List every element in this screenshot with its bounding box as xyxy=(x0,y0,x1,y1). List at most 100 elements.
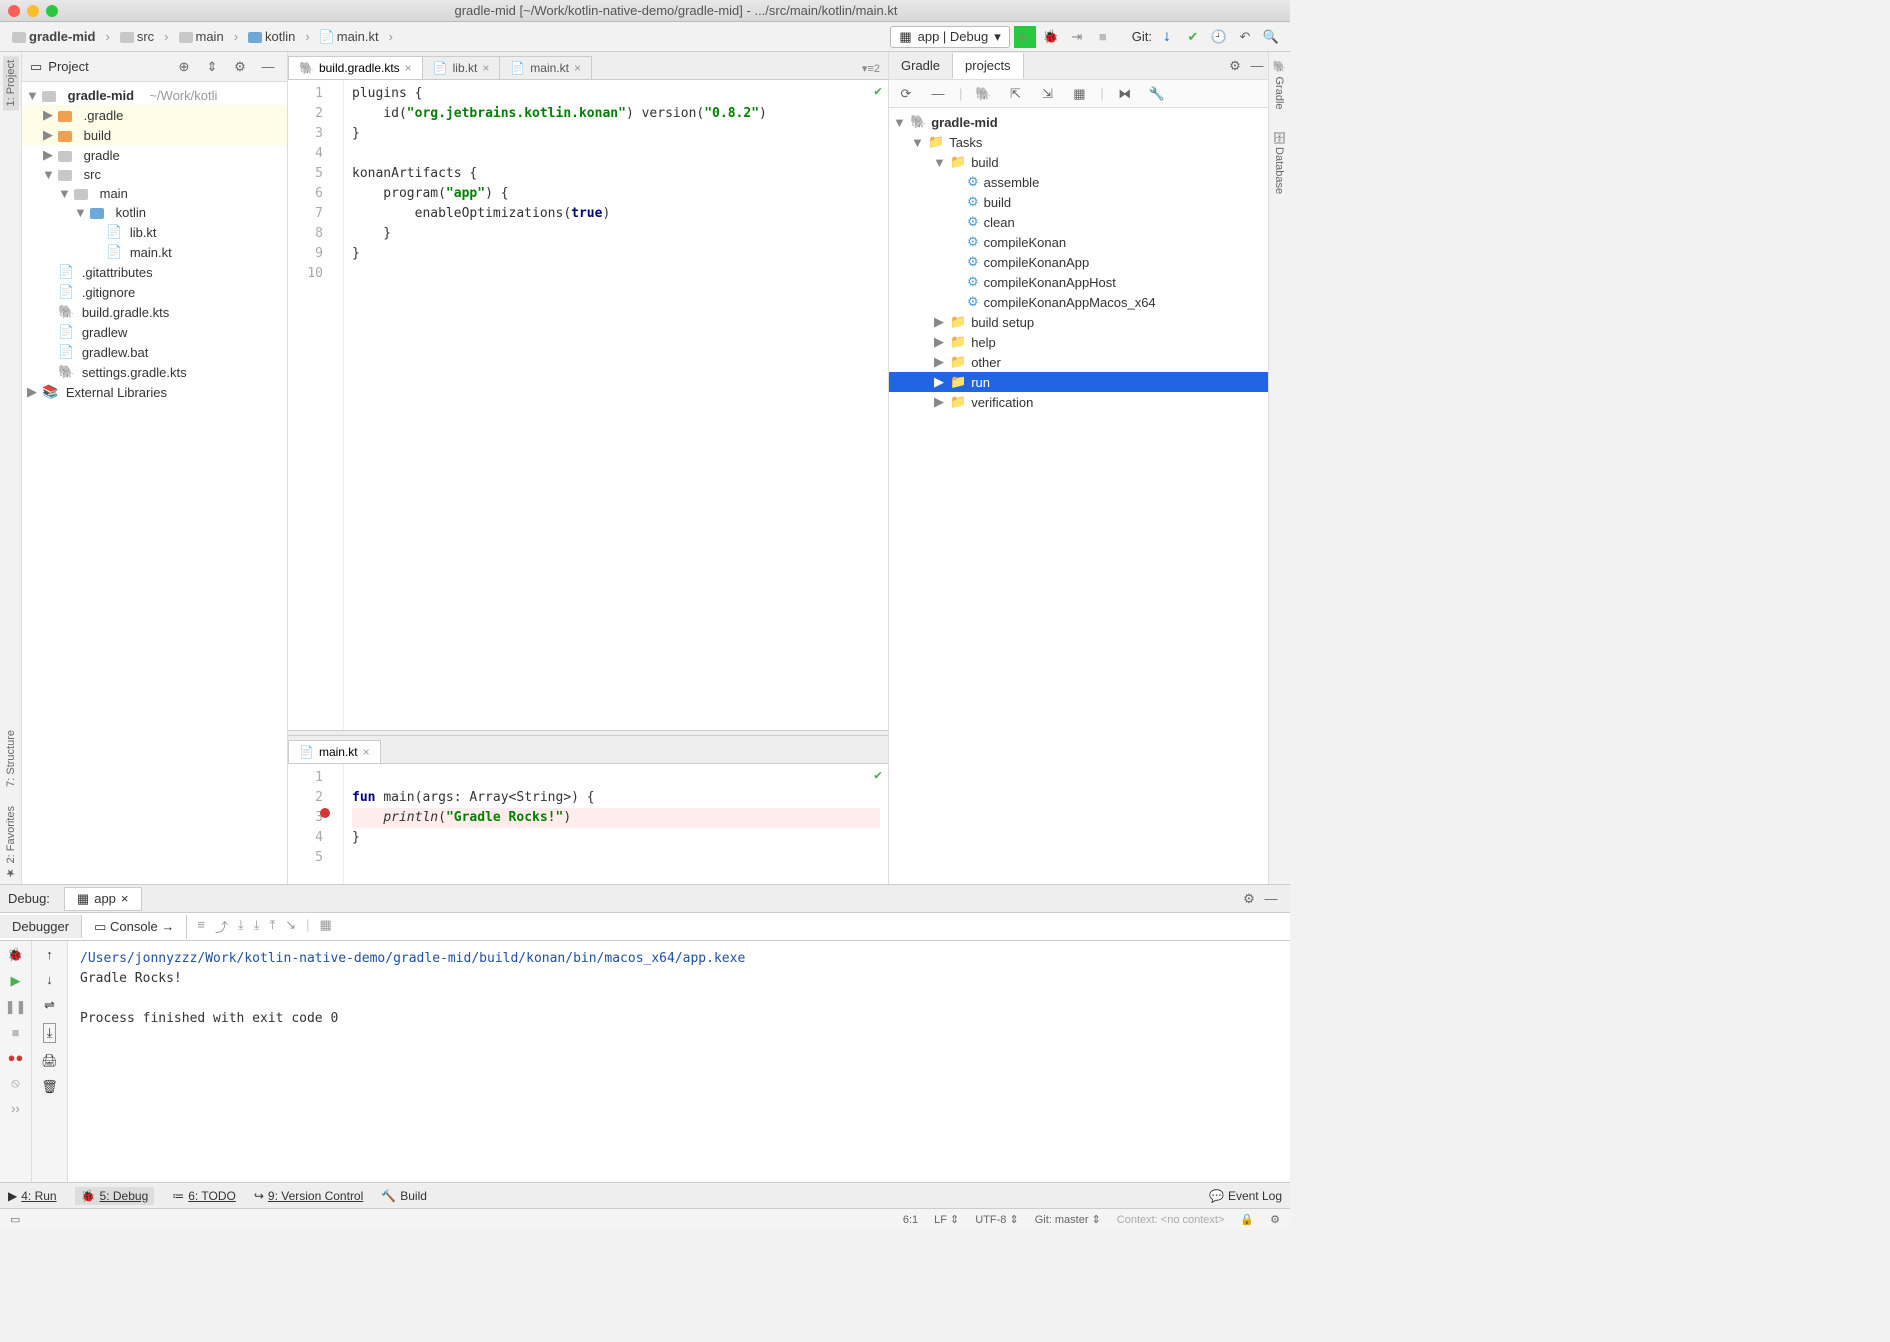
gradle-node-verification[interactable]: ▶📁 verification xyxy=(889,392,1268,412)
force-step-icon[interactable]: ⤓ xyxy=(254,917,260,936)
tree-folder-gradle[interactable]: ▶ gradle xyxy=(22,145,287,165)
window-zoom-icon[interactable] xyxy=(46,5,58,17)
window-close-icon[interactable] xyxy=(8,5,20,17)
gradle-icon[interactable]: 🐘 xyxy=(972,83,994,105)
gradle-node-root[interactable]: ▼🐘 gradle-mid xyxy=(889,112,1268,132)
sidebar-tab-favorites[interactable]: ★ 2: Favorites xyxy=(2,802,19,884)
gradle-task-assemble[interactable]: ⚙ assemble xyxy=(889,172,1268,192)
locate-icon[interactable]: ⊕ xyxy=(173,56,195,78)
tree-file-buildgradle[interactable]: 🐘 build.gradle.kts xyxy=(22,302,287,322)
breadcrumb-src[interactable]: src xyxy=(116,27,158,46)
tool-todo[interactable]: ≔ 6: TODO xyxy=(172,1189,236,1203)
tree-file-lib[interactable]: 📄 lib.kt xyxy=(22,222,287,242)
tree-file-gitattributes[interactable]: 📄 .gitattributes xyxy=(22,262,287,282)
tree-file-settings[interactable]: 🐘 settings.gradle.kts xyxy=(22,362,287,382)
tab-debugger[interactable]: Debugger xyxy=(0,915,82,938)
tab-main2[interactable]: 📄 main.kt × xyxy=(288,740,381,763)
sidebar-tab-gradle[interactable]: 🐘 Gradle xyxy=(1271,56,1288,114)
close-icon[interactable]: × xyxy=(121,891,129,906)
tab-buildgradle[interactable]: 🐘 build.gradle.kts × xyxy=(288,56,423,79)
rerun-icon[interactable]: 🐞 xyxy=(7,947,23,963)
gradle-node-run[interactable]: ▶📁 run xyxy=(889,372,1268,392)
console-output[interactable]: /Users/jonnyzzz/Work/kotlin-native-demo/… xyxy=(68,941,1290,1182)
expand-icon[interactable]: ⇱ xyxy=(1004,83,1026,105)
drop-frame-icon[interactable]: ↘ xyxy=(285,917,296,936)
cursor-position[interactable]: 6:1 xyxy=(903,1214,918,1226)
gradle-tree[interactable]: ▼🐘 gradle-mid ▼📁 Tasks ▼📁 build ⚙ assemb… xyxy=(889,108,1268,884)
refresh-icon[interactable]: ⟳ xyxy=(895,83,917,105)
step-into-icon[interactable]: ⤴ xyxy=(215,917,228,936)
gradle-task-compilekonanapp[interactable]: ⚙ compileKonanApp xyxy=(889,252,1268,272)
tab-console[interactable]: ▭ Console → xyxy=(82,915,187,939)
tree-folder-dotgradle[interactable]: ▶ .gradle xyxy=(22,105,287,125)
debug-button[interactable]: 🐞 xyxy=(1040,26,1062,48)
settings-icon[interactable]: ⚙ xyxy=(1224,55,1246,77)
breadcrumb-kotlin[interactable]: kotlin xyxy=(244,27,299,46)
mute-breakpoints-icon[interactable]: ⦸ xyxy=(11,1075,19,1091)
tree-file-gradlew[interactable]: 📄 gradlew xyxy=(22,322,287,342)
editor-2[interactable]: 1 2 3 4 5 fun main(args: Array<String>) … xyxy=(288,764,888,884)
vcs-revert-button[interactable]: ↶ xyxy=(1234,26,1256,48)
editor-1[interactable]: 1 2 3 4 5 6 7 8 9 10 plugins { id("org.j… xyxy=(288,80,888,730)
ide-settings-icon[interactable]: ⚙ xyxy=(1270,1213,1280,1226)
tree-file-main[interactable]: 📄 main.kt xyxy=(22,242,287,262)
hide-icon[interactable]: — xyxy=(1260,888,1282,910)
gradle-task-compilekonanapphost[interactable]: ⚙ compileKonanAppHost xyxy=(889,272,1268,292)
collapse-icon[interactable]: ⇲ xyxy=(1036,83,1058,105)
breakpoint-icon[interactable] xyxy=(320,808,330,818)
close-icon[interactable]: × xyxy=(482,61,489,75)
wrench-icon[interactable]: 🔧 xyxy=(1146,83,1168,105)
tab-main[interactable]: 📄 main.kt × xyxy=(499,56,592,79)
coverage-button[interactable]: ⇥ xyxy=(1066,26,1088,48)
step-over-icon[interactable]: ≡ xyxy=(197,917,205,936)
tool-run[interactable]: ▶ 4: Run xyxy=(8,1189,57,1203)
down-icon[interactable]: ↓ xyxy=(46,972,53,987)
tree-folder-main[interactable]: ▼ main xyxy=(22,184,287,203)
vcs-update-button[interactable]: ⭣ xyxy=(1156,26,1178,48)
resume-icon[interactable]: ▶ xyxy=(11,973,21,989)
code-content[interactable]: fun main(args: Array<String>) { println(… xyxy=(344,764,888,884)
line-ending[interactable]: LF ⇕ xyxy=(934,1213,959,1226)
gradle-node-help[interactable]: ▶📁 help xyxy=(889,332,1268,352)
close-icon[interactable]: × xyxy=(405,61,412,75)
collapse-icon[interactable]: ⇕ xyxy=(201,56,223,78)
gradle-task-clean[interactable]: ⚙ clean xyxy=(889,212,1268,232)
close-icon[interactable]: × xyxy=(363,745,370,759)
code-content[interactable]: plugins { id("org.jetbrains.kotlin.konan… xyxy=(344,80,888,730)
status-icon[interactable]: ▭ xyxy=(10,1213,20,1226)
inspection-ok-icon[interactable]: ✔ xyxy=(874,84,882,99)
vcs-commit-button[interactable]: ✔ xyxy=(1182,26,1204,48)
search-button[interactable]: 🔍 xyxy=(1260,26,1282,48)
pause-icon[interactable]: ❚❚ xyxy=(5,999,27,1015)
sidebar-tab-database[interactable]: 🗄 Database xyxy=(1271,126,1288,198)
tree-folder-build[interactable]: ▶ build xyxy=(22,125,287,145)
settings-icon[interactable]: ⚙ xyxy=(229,56,251,78)
gradle-node-build[interactable]: ▼📁 build xyxy=(889,152,1268,172)
tree-root[interactable]: ▼ gradle-mid ~/Work/kotli xyxy=(22,86,287,105)
settings-icon[interactable]: ⚙ xyxy=(1238,888,1260,910)
close-icon[interactable]: × xyxy=(574,61,581,75)
run-config-selector[interactable]: ▦ app | Debug ▾ xyxy=(890,26,1009,48)
tree-file-gradlewbat[interactable]: 📄 gradlew.bat xyxy=(22,342,287,362)
context[interactable]: Context: <no context> xyxy=(1117,1214,1225,1226)
tool-vcs[interactable]: ↪ 9: Version Control xyxy=(254,1189,363,1203)
gradle-node-tasks[interactable]: ▼📁 Tasks xyxy=(889,132,1268,152)
gradle-task-compilekonan[interactable]: ⚙ compileKonan xyxy=(889,232,1268,252)
breakpoints-icon[interactable]: ●● xyxy=(8,1050,24,1065)
offline-icon[interactable]: ⧓ xyxy=(1114,83,1136,105)
hide-icon[interactable]: — xyxy=(1246,55,1268,77)
split-indicator[interactable]: ▾≡2 xyxy=(854,58,888,79)
gradle-task-compilekonanappmacos[interactable]: ⚙ compileKonanAppMacos_x64 xyxy=(889,292,1268,312)
tree-folder-src[interactable]: ▼ src xyxy=(22,165,287,184)
debug-session-tab[interactable]: ▦ app × xyxy=(64,887,142,911)
tree-folder-kotlin[interactable]: ▼ kotlin xyxy=(22,203,287,222)
clear-icon[interactable]: 🗑 xyxy=(41,1079,58,1095)
print-icon[interactable]: 🖨 xyxy=(41,1053,58,1069)
tool-build[interactable]: 🔨 Build xyxy=(381,1189,427,1203)
vcs-history-button[interactable]: 🕘 xyxy=(1208,26,1230,48)
sidebar-tab-project[interactable]: 1: Project xyxy=(3,56,19,110)
soft-wrap-icon[interactable]: ⇌ xyxy=(44,997,55,1013)
breadcrumb-file[interactable]: 📄main.kt xyxy=(316,27,383,46)
lock-icon[interactable]: 🔒 xyxy=(1240,1213,1254,1226)
breadcrumb-root[interactable]: gradle-mid xyxy=(8,27,99,46)
